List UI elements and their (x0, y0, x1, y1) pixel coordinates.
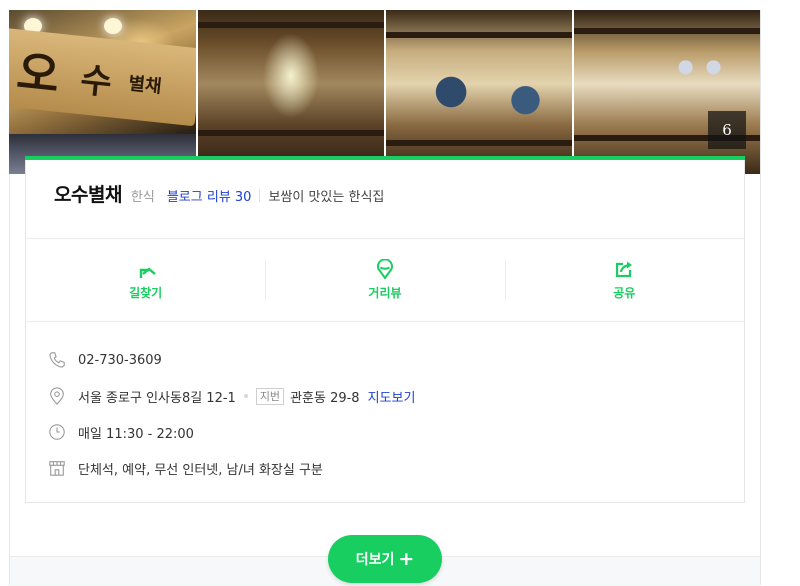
separator (259, 188, 261, 202)
place-category: 한식 (130, 190, 155, 205)
beam (386, 32, 572, 38)
phone-icon (49, 352, 65, 368)
jibun-badge: 지번 (255, 387, 285, 405)
street-view-label: 거리뷰 (368, 286, 402, 300)
place-name[interactable]: 오수별채 (54, 180, 122, 207)
more-button[interactable]: 더보기 + (328, 535, 442, 583)
separator-dot (243, 394, 248, 398)
directions-label: 길찾기 (129, 286, 163, 300)
phone-row: 02-730-3609 (48, 342, 415, 378)
sign-char: 수 (78, 60, 114, 104)
hours-row: 매일 11:30 - 22:00 (48, 414, 415, 450)
accent-bar (25, 156, 745, 160)
photo-signboard[interactable]: 오 수 별채 (9, 10, 196, 174)
sign-char: 별채 (127, 73, 163, 98)
title-row: 오수별채 한식 블로그 리뷰 30 보쌈이 맛있는 한식집 (54, 180, 384, 210)
beam (386, 140, 572, 146)
beam (198, 130, 384, 136)
photo-count-badge[interactable]: 6 (708, 111, 746, 149)
lamp-decoration (104, 18, 122, 34)
share-icon (616, 261, 633, 278)
directions-button[interactable]: 길찾기 (26, 239, 265, 321)
more-button-label: 더보기 (355, 552, 395, 568)
share-label: 공유 (613, 286, 636, 300)
place-description: 보쌈이 맛있는 한식집 (268, 190, 385, 205)
photo-interior-3[interactable] (574, 10, 760, 174)
road-address: 서울 종로구 인사동8길 12-1 (78, 390, 236, 406)
directions-icon (139, 267, 156, 278)
photo-strip[interactable]: 오 수 별채 (9, 10, 761, 174)
photo-interior-1[interactable] (198, 10, 384, 174)
store-icon (49, 461, 65, 476)
street-view-button[interactable]: 거리뷰 (265, 239, 504, 321)
share-button[interactable]: 공유 (504, 239, 744, 321)
blog-review-link[interactable]: 블로그 리뷰 30 (167, 186, 252, 205)
facilities: 단체석, 예약, 무선 인터넷, 남/녀 화장실 구분 (78, 462, 323, 478)
beam (198, 22, 384, 28)
info-panel: 오수별채 한식 블로그 리뷰 30 보쌈이 맛있는 한식집 길찾기 거리뷰 공유… (25, 156, 745, 503)
sign-char: 오 (14, 44, 63, 103)
plus-icon: + (398, 547, 415, 570)
action-bar: 길찾기 거리뷰 공유 (26, 239, 744, 321)
photo-interior-2[interactable] (386, 10, 572, 174)
beam (574, 28, 760, 34)
clock-icon (49, 424, 65, 440)
divider (26, 321, 744, 322)
jibun-address: 관훈동 29-8 (290, 390, 360, 406)
signboard: 오 수 별채 (9, 27, 196, 127)
street-view-icon (377, 259, 393, 279)
business-hours: 매일 11:30 - 22:00 (78, 426, 194, 442)
phone-number[interactable]: 02-730-3609 (78, 353, 162, 368)
location-pin-icon (50, 387, 64, 405)
map-view-link[interactable]: 지도보기 (368, 387, 416, 406)
details-list: 02-730-3609 서울 종로구 인사동8길 12-1 지번 관훈동 29-… (48, 342, 415, 486)
facilities-row: 단체석, 예약, 무선 인터넷, 남/녀 화장실 구분 (48, 450, 415, 486)
address-row: 서울 종로구 인사동8길 12-1 지번 관훈동 29-8 지도보기 (48, 378, 415, 414)
